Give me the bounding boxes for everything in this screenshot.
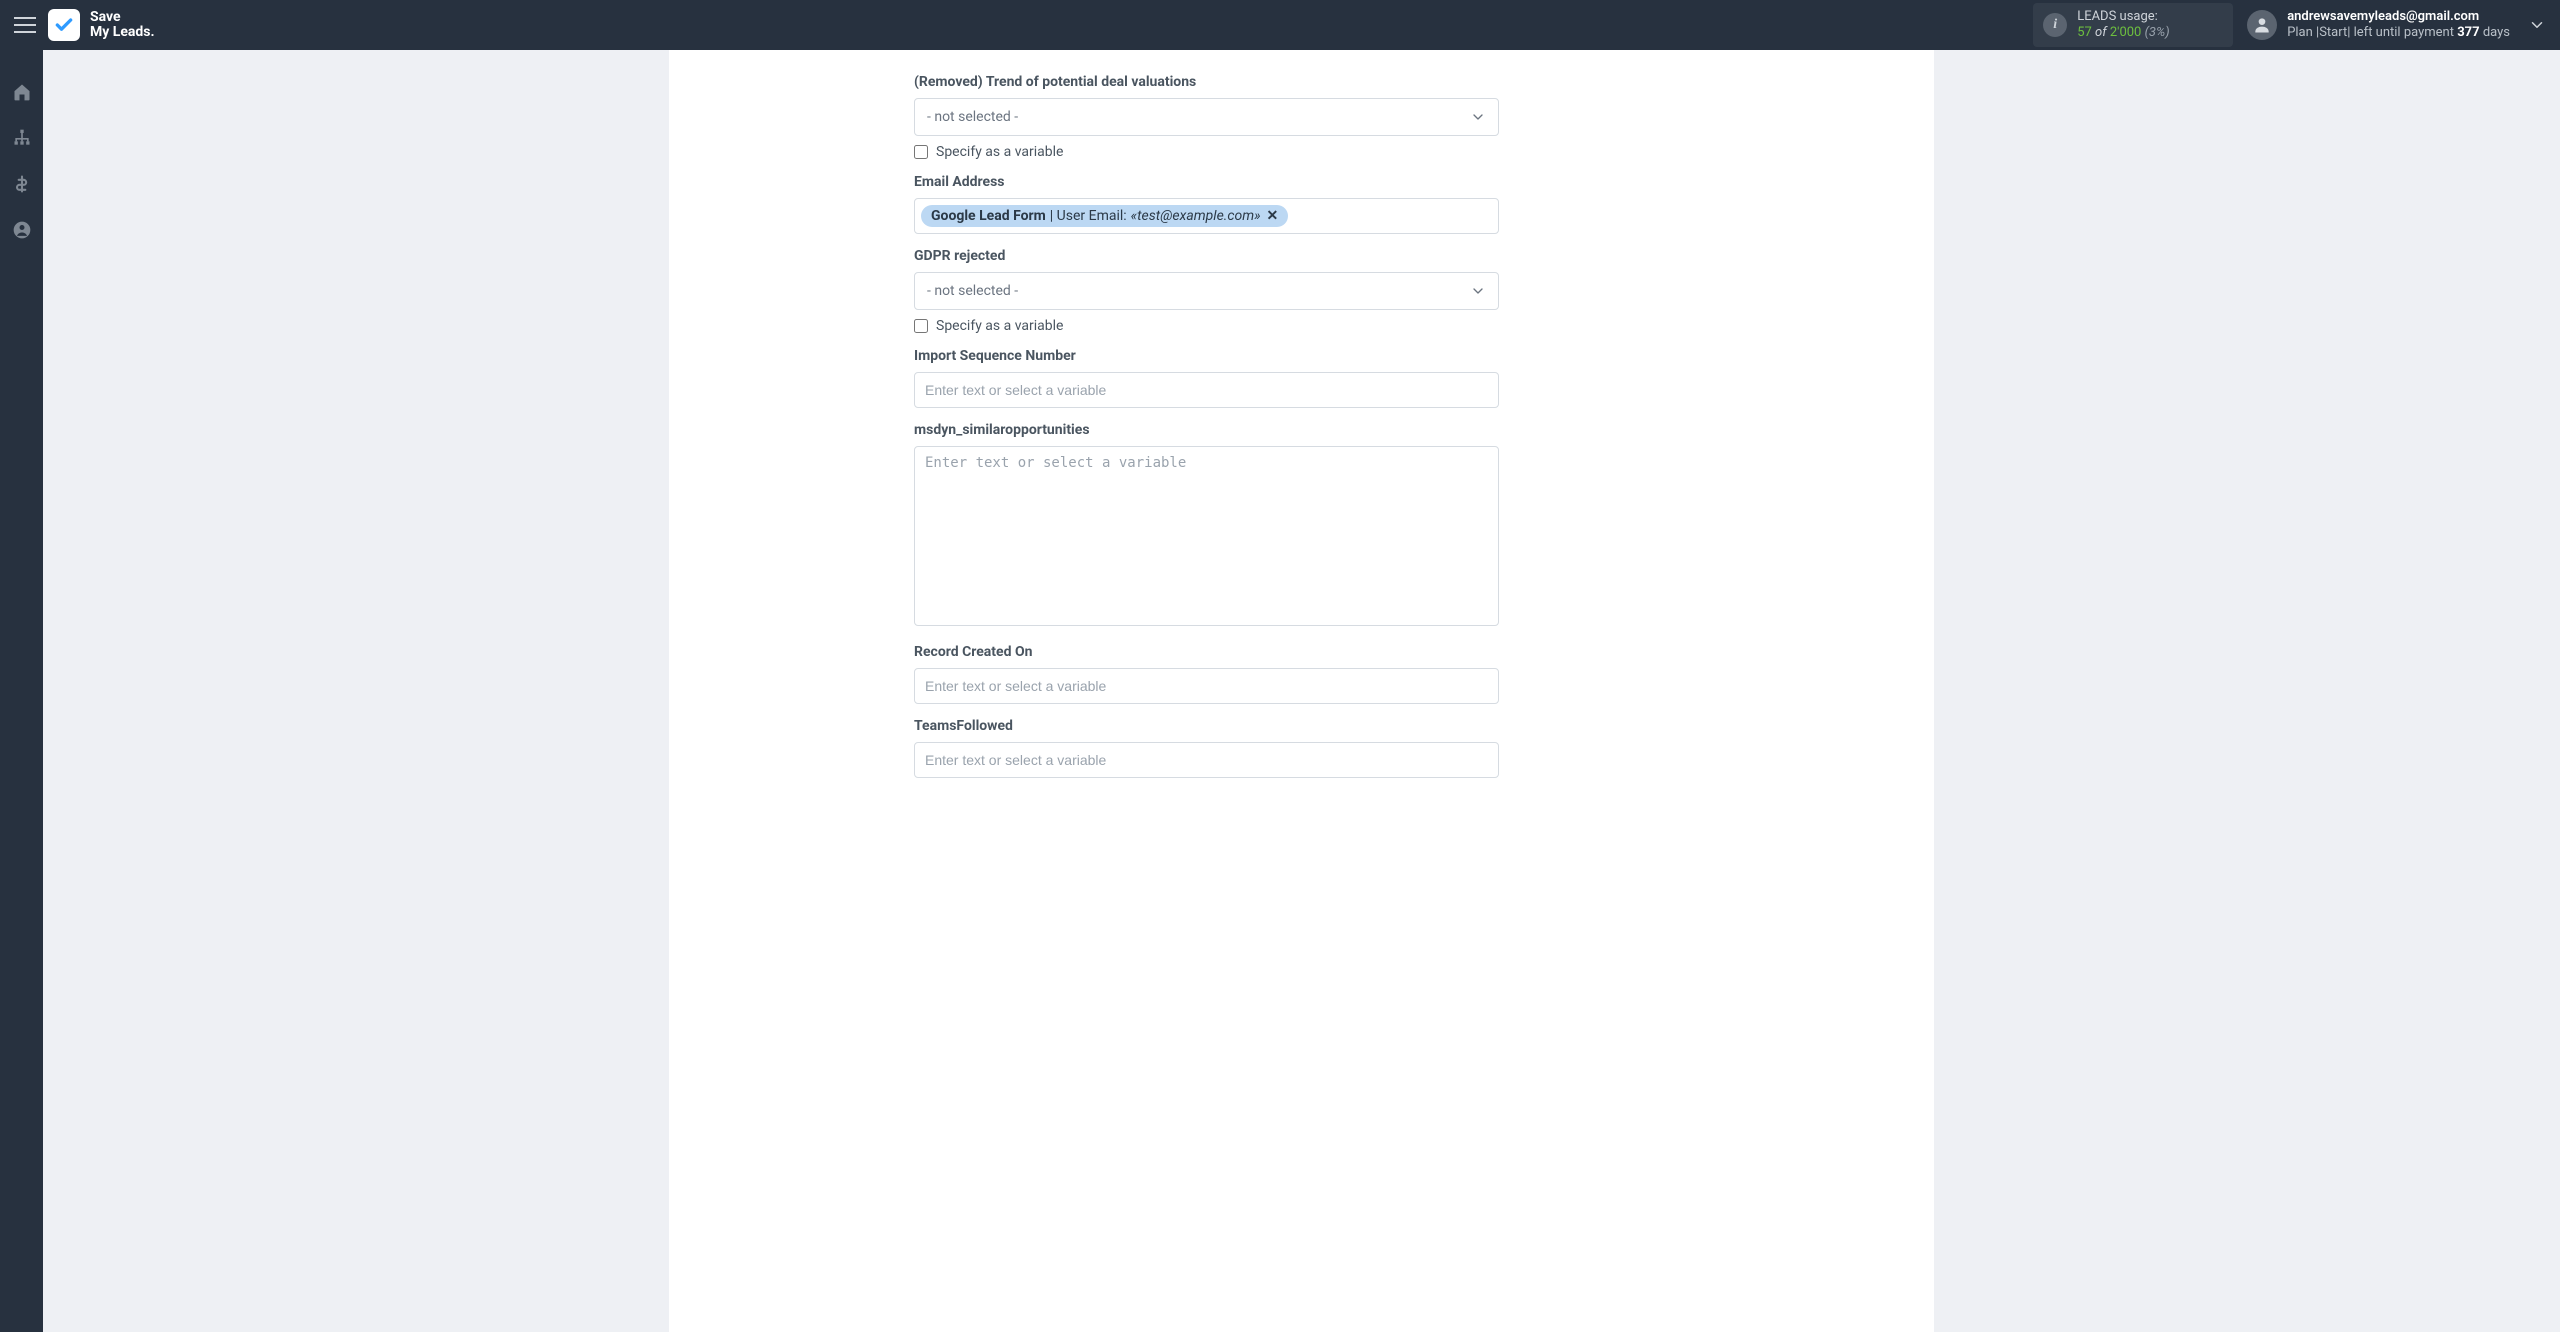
- field-gdpr-rejected: GDPR rejected - not selected - Specify a…: [914, 248, 1499, 334]
- select-trend-valuations[interactable]: - not selected -: [914, 98, 1499, 136]
- field-label: GDPR rejected: [914, 248, 1499, 264]
- field-label: (Removed) Trend of potential deal valuat…: [914, 74, 1499, 90]
- field-teams-followed: TeamsFollowed: [914, 718, 1499, 778]
- app-header: Save My Leads. i LEADS usage: 57 of 2'00…: [0, 0, 2560, 50]
- field-import-sequence: Import Sequence Number: [914, 348, 1499, 408]
- field-trend-valuations: (Removed) Trend of potential deal valuat…: [914, 74, 1499, 160]
- form-panel: (Removed) Trend of potential deal valuat…: [669, 50, 1934, 1332]
- leads-usage-text: LEADS usage: 57 of 2'000 (3%): [2077, 9, 2169, 42]
- chevron-down-icon: [1470, 283, 1486, 299]
- app-title: Save My Leads.: [90, 10, 155, 39]
- email-input[interactable]: Google Lead Form | User Email: «test@exa…: [914, 198, 1499, 234]
- chevron-down-icon[interactable]: [2528, 16, 2546, 34]
- home-icon[interactable]: [10, 80, 34, 104]
- field-label: Email Address: [914, 174, 1499, 190]
- checkbox-label: Specify as a variable: [936, 144, 1063, 160]
- account-info: andrewsavemyleads@gmail.com Plan |Start|…: [2287, 9, 2510, 42]
- close-icon[interactable]: ✕: [1267, 208, 1279, 224]
- chevron-down-icon: [1470, 109, 1486, 125]
- connections-icon[interactable]: [10, 126, 34, 150]
- record-created-on-input[interactable]: [914, 668, 1499, 704]
- field-label: Record Created On: [914, 644, 1499, 660]
- menu-icon[interactable]: [14, 17, 36, 33]
- select-placeholder: - not selected -: [927, 109, 1018, 125]
- select-placeholder: - not selected -: [927, 283, 1018, 299]
- similar-opportunities-input[interactable]: [914, 446, 1499, 626]
- app-logo[interactable]: [48, 9, 80, 41]
- field-label: Import Sequence Number: [914, 348, 1499, 364]
- checkbox-label: Specify as a variable: [936, 318, 1063, 334]
- checkbox-specify-variable[interactable]: [914, 145, 928, 159]
- select-gdpr-rejected[interactable]: - not selected -: [914, 272, 1499, 310]
- avatar-icon: [2247, 10, 2277, 40]
- billing-icon[interactable]: [10, 172, 34, 196]
- field-label: TeamsFollowed: [914, 718, 1499, 734]
- field-similar-opportunities: msdyn_similaropportunities: [914, 422, 1499, 630]
- account-menu[interactable]: andrewsavemyleads@gmail.com Plan |Start|…: [2247, 9, 2510, 42]
- field-email-address: Email Address Google Lead Form | User Em…: [914, 174, 1499, 234]
- import-sequence-input[interactable]: [914, 372, 1499, 408]
- info-icon: i: [2043, 13, 2067, 37]
- variable-token[interactable]: Google Lead Form | User Email: «test@exa…: [921, 205, 1288, 227]
- field-label: msdyn_similaropportunities: [914, 422, 1499, 438]
- field-record-created-on: Record Created On: [914, 644, 1499, 704]
- profile-icon[interactable]: [10, 218, 34, 242]
- sidebar: [0, 50, 43, 1332]
- checkbox-specify-variable[interactable]: [914, 319, 928, 333]
- leads-usage-box[interactable]: i LEADS usage: 57 of 2'000 (3%): [2033, 3, 2233, 48]
- teams-followed-input[interactable]: [914, 742, 1499, 778]
